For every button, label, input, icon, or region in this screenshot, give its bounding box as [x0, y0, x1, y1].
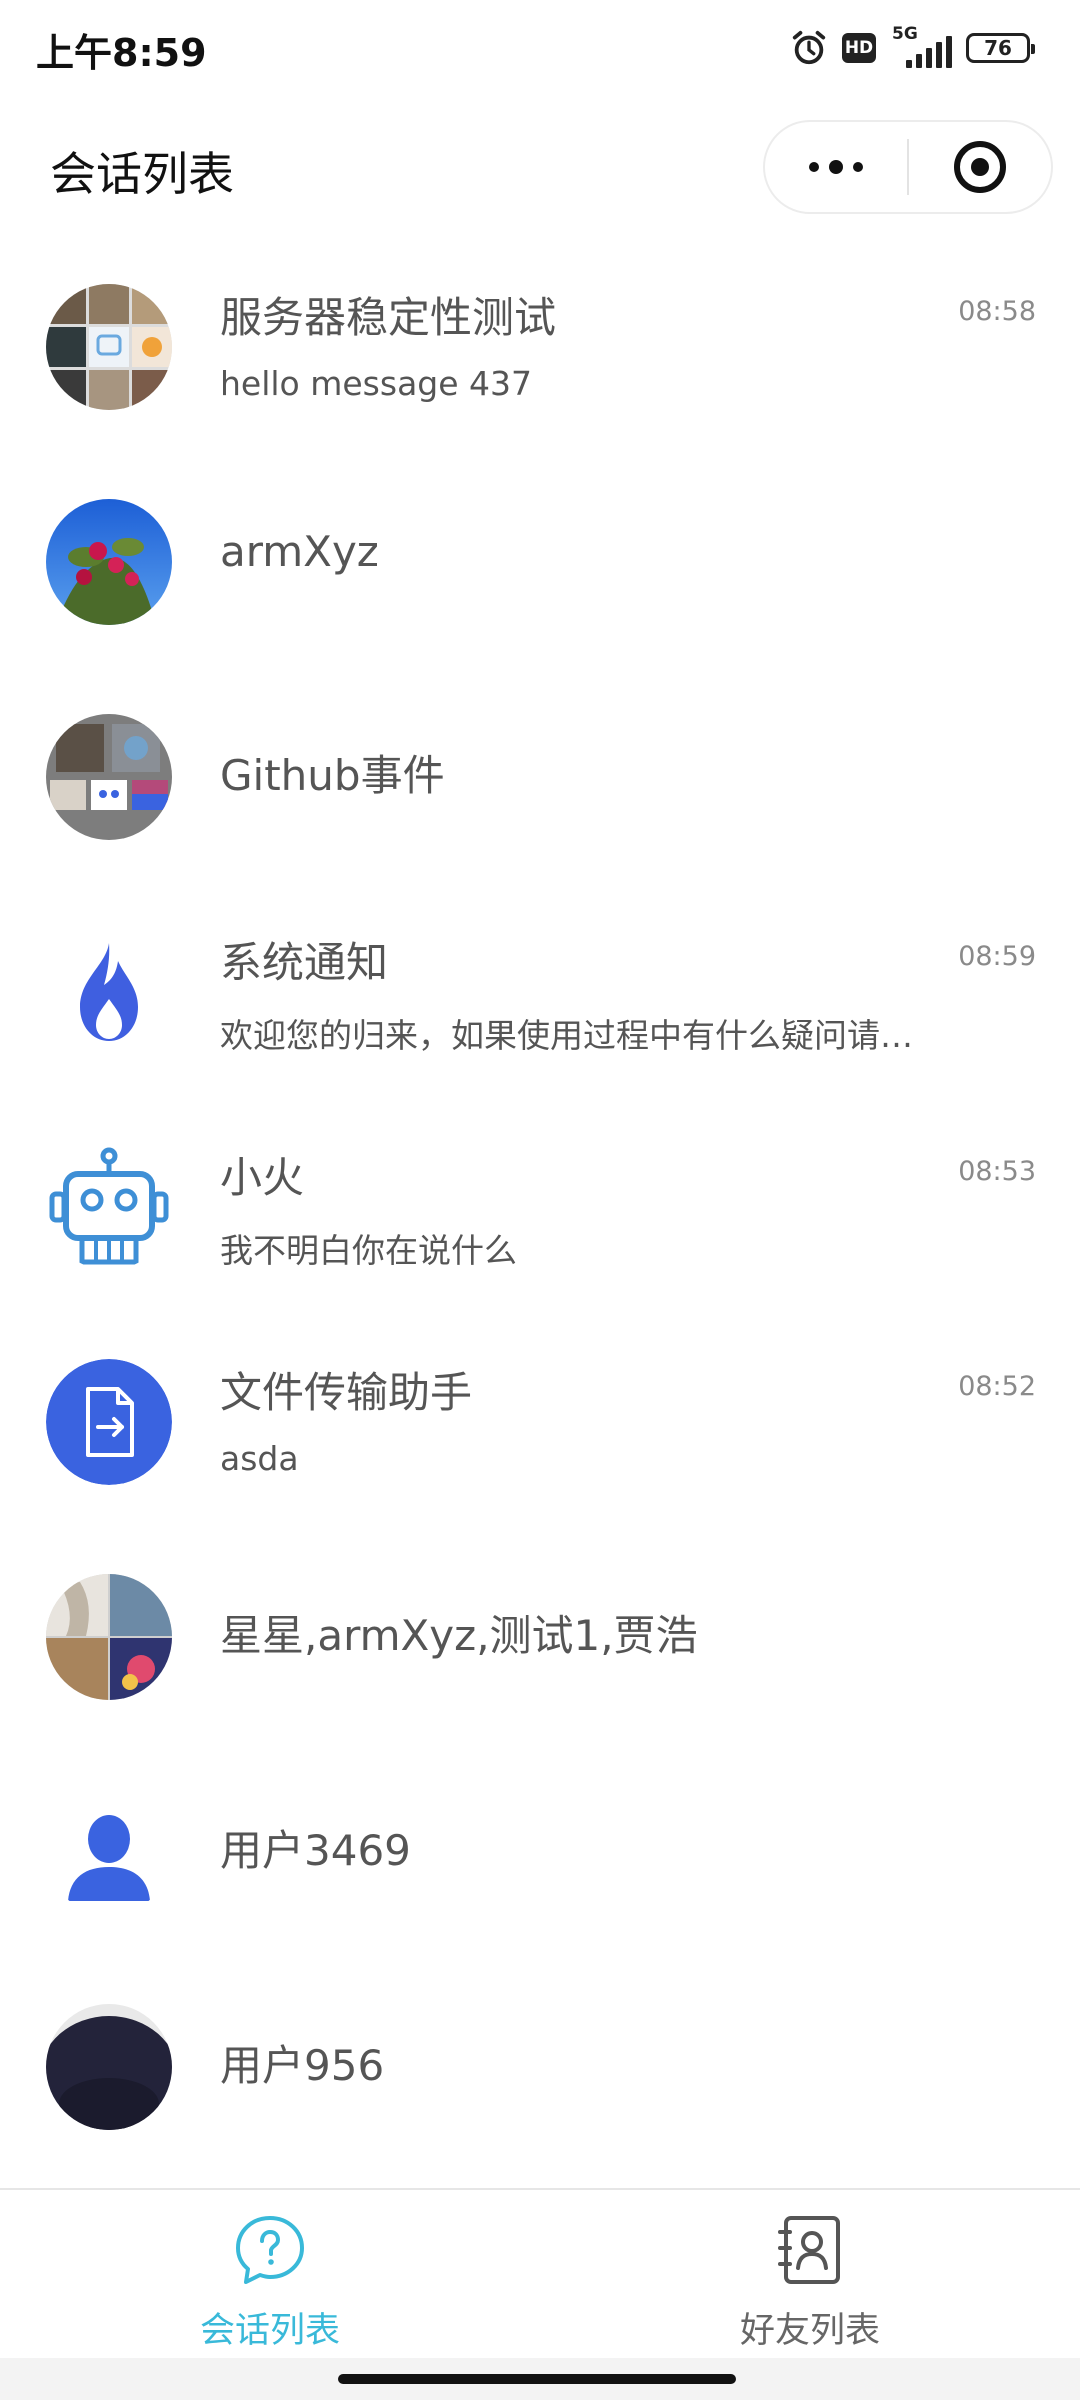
conversation-name: 系统通知: [220, 938, 389, 987]
conversation-preview: 欢迎您的归来，如果使用过程中有什么疑问请…: [220, 1016, 913, 1055]
battery-level: 76: [984, 36, 1012, 60]
conversation-name: 用户3469: [220, 1826, 411, 1875]
conversation-preview: asda: [220, 1439, 299, 1478]
signal-icon: 5G: [890, 24, 952, 70]
group-collage-avatar: [46, 284, 172, 410]
conversation-name: 用户956: [220, 2041, 385, 2090]
conversation-name: 文件传输助手: [220, 1368, 473, 1417]
target-close-icon: [953, 141, 1006, 193]
conversation-name: 星星,armXyz,测试1,贾浩: [220, 1611, 698, 1660]
menu-capsule: [763, 120, 1053, 214]
battery-icon: 76: [966, 33, 1035, 63]
tab-conversations[interactable]: 会话列表: [0, 2190, 540, 2360]
conversation-time: 08:53: [958, 1156, 1036, 1187]
robot-icon: [46, 1144, 172, 1270]
conversation-name: armXyz: [220, 527, 379, 576]
conversation-row[interactable]: 星星,armXyz,测试1,贾浩: [0, 1550, 1080, 1765]
conversation-time: 08:52: [958, 1371, 1036, 1402]
conversation-row[interactable]: 系统通知 欢迎您的归来，如果使用过程中有什么疑问请… 08:59: [0, 905, 1080, 1120]
conversation-name: 小火: [220, 1153, 305, 1202]
person-icon: [46, 1789, 172, 1915]
more-button[interactable]: [765, 122, 907, 212]
conversation-row[interactable]: Github事件: [0, 690, 1080, 905]
status-time: 上午8:59: [36, 31, 207, 75]
chat-question-icon: [236, 2216, 304, 2284]
conversation-row[interactable]: armXyz: [0, 475, 1080, 690]
conversation-row[interactable]: 用户956: [0, 1980, 1080, 2195]
tab-label: 好友列表: [739, 2311, 880, 2351]
contacts-book-icon: [778, 2216, 840, 2284]
flower-photo-avatar: [46, 499, 172, 625]
close-button[interactable]: [909, 122, 1051, 212]
conversation-row[interactable]: 文件传输助手 asda 08:52: [0, 1335, 1080, 1550]
group-collage-avatar: [46, 1574, 172, 1700]
hd-icon: HD: [842, 33, 876, 63]
file-transfer-icon: [46, 1359, 172, 1485]
status-icons: HD 5G 76: [790, 24, 1035, 70]
alarm-icon: [792, 30, 826, 65]
flame-icon: [46, 929, 172, 1055]
conversation-preview: 我不明白你在说什么: [220, 1231, 517, 1270]
hd-label: HD: [844, 38, 874, 58]
conversation-name: 服务器稳定性测试: [220, 293, 557, 342]
conversation-row[interactable]: 服务器稳定性测试 hello message 437 08:58: [0, 260, 1080, 475]
conversation-name: Github事件: [220, 751, 445, 800]
conversation-preview: hello message 437: [220, 364, 533, 403]
home-indicator[interactable]: [338, 2374, 736, 2384]
conversation-row[interactable]: 小火 我不明白你在说什么 08:53: [0, 1120, 1080, 1335]
group-collage-avatar: [46, 714, 172, 840]
more-dots-icon: [809, 160, 863, 174]
tab-friends[interactable]: 好友列表: [540, 2190, 1080, 2360]
tab-label: 会话列表: [199, 2311, 340, 2351]
status-bar: 上午8:59 HD 5G 76: [0, 0, 1080, 100]
header: 会话列表: [0, 110, 1080, 230]
dark-photo-avatar: [46, 2004, 172, 2130]
page-title: 会话列表: [50, 147, 234, 201]
conversation-time: 08:58: [958, 296, 1036, 327]
conversation-row[interactable]: 用户3469: [0, 1765, 1080, 1980]
tab-bar: 会话列表 好友列表: [0, 2188, 1080, 2360]
conversation-list: 服务器稳定性测试 hello message 437 08:58 armXyz: [0, 260, 1080, 2195]
conversation-time: 08:59: [958, 941, 1036, 972]
